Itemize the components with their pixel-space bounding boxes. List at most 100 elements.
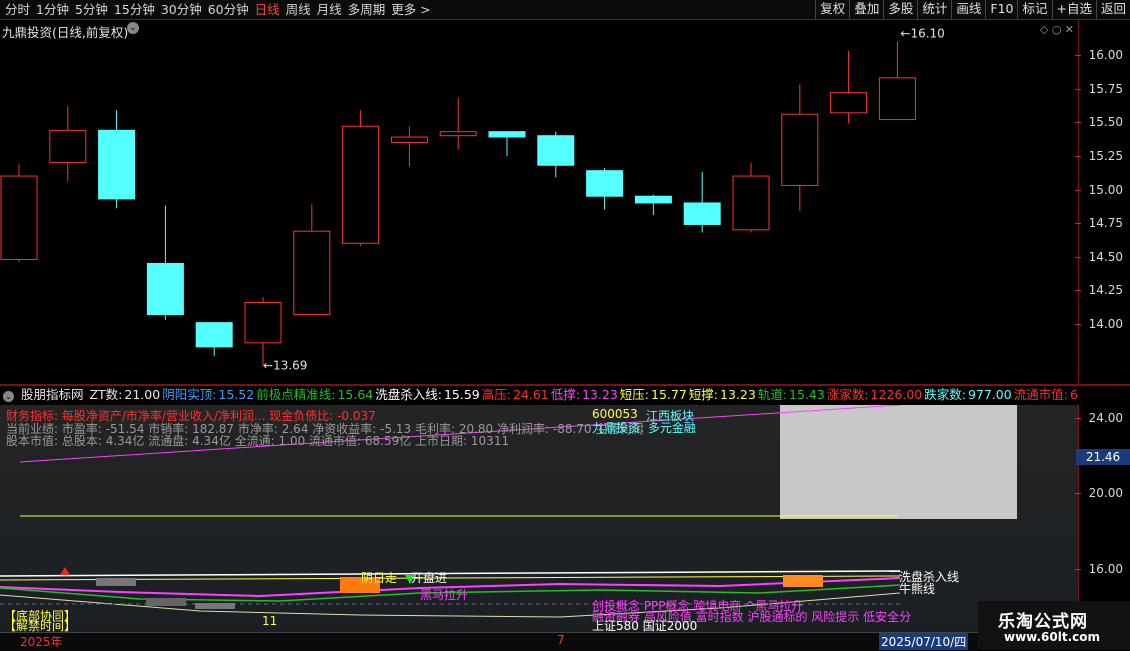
y-tick-label: 15.25 [1074,148,1123,163]
y-tick-label: 15.00 [1074,182,1123,197]
indicator-value: 21.00 [124,387,161,402]
share-info-line: 股本市值: 总股本: 4.34亿 流通盘: 4.34亿 全流通: 1.00 流通… [6,434,510,448]
candle-body [439,131,477,137]
period-toolbar: 分时 1分钟 5分钟 15分钟 30分钟 60分钟 日线 周线 月线 多周期 更多 > 复权 叠加 多股… [0,0,1130,20]
indicator-axis: 24.00 20.00 16.00 [1074,405,1130,601]
candle-body [537,135,575,166]
toolbar-button[interactable]: 叠加 [849,0,883,19]
indicator-label: 短压: [619,387,649,402]
chevron-down-icon[interactable]: ⌄ [3,391,14,402]
diamond-icon[interactable]: ◇ [1040,23,1048,37]
period-tab[interactable]: 15分钟 [111,1,158,19]
indicator-label: 前极点精准线: [256,387,336,402]
indicator-label: 流通市值: [1013,387,1068,402]
indicator-value: 15.64 [337,387,374,402]
candle-body [293,230,331,316]
y-tick-label: 20.00 [1074,486,1123,500]
y-tick-label: 14.50 [1074,249,1123,264]
indicator-value: 15.77 [651,387,687,402]
period-tab[interactable]: 1分钟 [33,1,72,19]
indicator-label: 短撑: [688,387,719,402]
toolbar-button[interactable]: 统计 [917,0,951,19]
toolbar-button[interactable]: 画线 [951,0,985,19]
y-tick-label: 14.00 [1074,317,1123,331]
indicator-label: 阴阳实顶: [162,387,217,402]
candle-body [195,322,233,348]
candle-body [0,175,38,260]
indicator-label: 涨家数: [826,387,869,402]
close-icon[interactable]: ✕ [1065,23,1074,37]
washout-line [0,570,901,577]
period-tab[interactable]: 更多 > [388,1,433,19]
period-tab[interactable]: 30分钟 [158,1,205,19]
indicator-label: ZT数: [89,387,123,402]
toolbar-button[interactable]: 多股 [883,0,917,19]
y-tick-label: 24.00 [1074,411,1123,425]
day-label: 11 [262,614,278,628]
toolbar-button[interactable]: 标记 [1017,0,1051,19]
indicator-name[interactable]: 股朋指标网 [21,387,84,402]
chevron-down-icon[interactable]: ⌄ [127,22,139,34]
circle-icon[interactable]: ○ [1052,23,1062,37]
y-tick-label: 16.00 [1074,48,1123,62]
period-tab[interactable]: 60分钟 [205,1,252,19]
candle-body [683,202,721,225]
candle-body [830,92,868,114]
period-tab[interactable]: 日线 [252,1,283,19]
candle-body [390,136,428,143]
candle-body [634,195,672,204]
concept-line: 九鼎投资: 多元金融 [592,421,696,435]
high-label: ←16.10 [900,27,944,41]
candle-body [488,131,526,138]
current-value-label: 21.46 [1076,449,1130,465]
chart-title: 九鼎投资(日线,前复权) [2,25,129,40]
candle-body [49,129,87,164]
indicator-label: 洗盘杀入线: [375,387,442,402]
candle-body [878,77,916,121]
candle-body [98,129,136,200]
period-tab[interactable]: 5分钟 [72,1,111,19]
indicator-value: 977.00 [967,387,1012,402]
y-tick-label: 15.75 [1074,81,1123,96]
toolbar-buttons: 复权 叠加 多股 统计 画线 F10 标记 +自选 返回 [815,0,1130,19]
toolbar-button[interactable]: +自选 [1051,0,1096,19]
indicator-values: ZT数: 21.00 阴阳实顶: 15.52 前极点精准线: 15.64 洗盘杀入线: 15.… [89,387,1078,402]
indicator-value: 15.59 [443,387,480,402]
y-tick-label: 16.00 [1074,562,1123,576]
low-label: ←13.69 [263,359,307,373]
indicator-value: 13.23 [720,387,756,402]
volume-block [96,578,136,586]
indicator-header: ⌄ 股朋指标网 ZT数: 21.00 阴阳实顶: 15.52 前极点精准线: 15.64 洗… [0,386,1078,405]
y-tick-label: 14.25 [1074,283,1123,298]
candlestick-chart[interactable]: ←16.10 ←13.69 [0,20,1078,384]
indicator-value: 13.23 [581,387,618,402]
indicator-value: 15.43 [789,387,825,402]
period-tab[interactable]: 月线 [314,1,345,19]
period-tab[interactable]: 周线 [283,1,314,19]
period-tab[interactable]: 分时 [2,1,33,19]
signal-label: 阴日走 [361,571,398,585]
toolbar-button[interactable]: F10 [985,0,1017,19]
year-label: 2025年 [20,635,63,649]
candle-body [732,175,770,231]
y-tick-label: 14.75 [1074,216,1123,231]
signal-block [783,575,823,587]
indicator-label: 轨道: [757,387,788,402]
indicator-label: 跌家数: [924,387,966,402]
volume-block [195,603,235,609]
date-label: 2025/07/10/四 [879,633,969,650]
indicator-value: 1226.00 [870,387,923,402]
watermark-url: www.60lt.com [1004,630,1101,644]
indicator-value: 24.61 [512,387,549,402]
signal-label: 开盘进 [411,571,448,585]
indicator-value: 68.59 [1069,387,1078,402]
date-axis [0,632,978,651]
up-arrow-icon [60,567,70,575]
chart-controls: ◇ ○ ✕ [1040,23,1074,37]
indicator-value: 15.52 [218,387,255,402]
volume-block [146,598,186,606]
toolbar-button[interactable]: 返回 [1095,0,1130,19]
toolbar-button[interactable]: 复权 [815,0,849,19]
period-tab[interactable]: 多周期 [345,1,389,19]
candle-body [781,113,819,186]
